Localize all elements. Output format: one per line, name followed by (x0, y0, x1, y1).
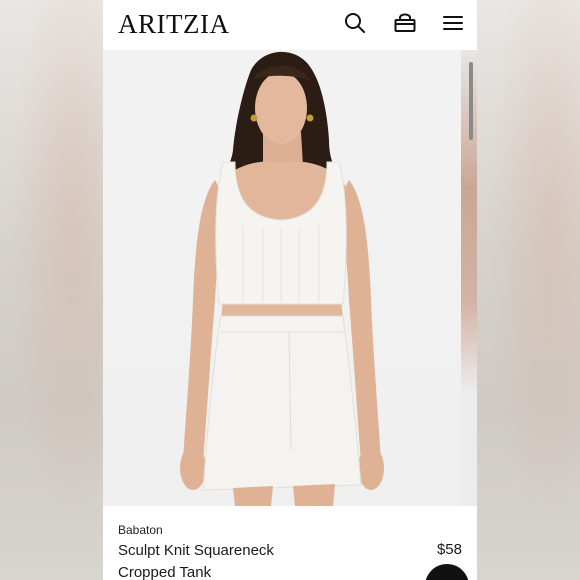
model-face (255, 72, 307, 144)
product-name[interactable]: Sculpt Knit Squareneck Cropped Tank (118, 540, 318, 580)
product-screen: ARITZIA Babaton Sculpt Knit Squareneck C… (103, 0, 477, 580)
product-image-carousel[interactable] (103, 50, 477, 506)
brand-logo[interactable]: ARITZIA (118, 8, 229, 40)
blurred-background-left (0, 0, 103, 580)
shopping-bag-button[interactable] (393, 11, 417, 35)
search-icon (345, 13, 365, 33)
search-button[interactable] (343, 11, 367, 35)
menu-button[interactable] (441, 11, 465, 35)
product-price: $58 (436, 541, 462, 558)
chat-button[interactable] (425, 564, 469, 580)
scrollbar[interactable] (469, 62, 473, 140)
blurred-background-right (477, 0, 580, 580)
product-image (103, 50, 461, 506)
product-name-line-1: Sculpt Knit Squareneck (118, 542, 274, 559)
site-header: ARITZIA (103, 0, 477, 48)
shopping-bag-icon (394, 13, 416, 32)
hamburger-menu-icon (443, 16, 463, 30)
model-photo (180, 51, 384, 506)
product-name-line-2: Cropped Tank (118, 564, 212, 580)
mini-skirt (202, 315, 362, 491)
product-info: Babaton Sculpt Knit Squareneck Cropped T… (103, 506, 477, 580)
product-brand: Babaton (118, 523, 163, 537)
model-legs (233, 486, 273, 506)
